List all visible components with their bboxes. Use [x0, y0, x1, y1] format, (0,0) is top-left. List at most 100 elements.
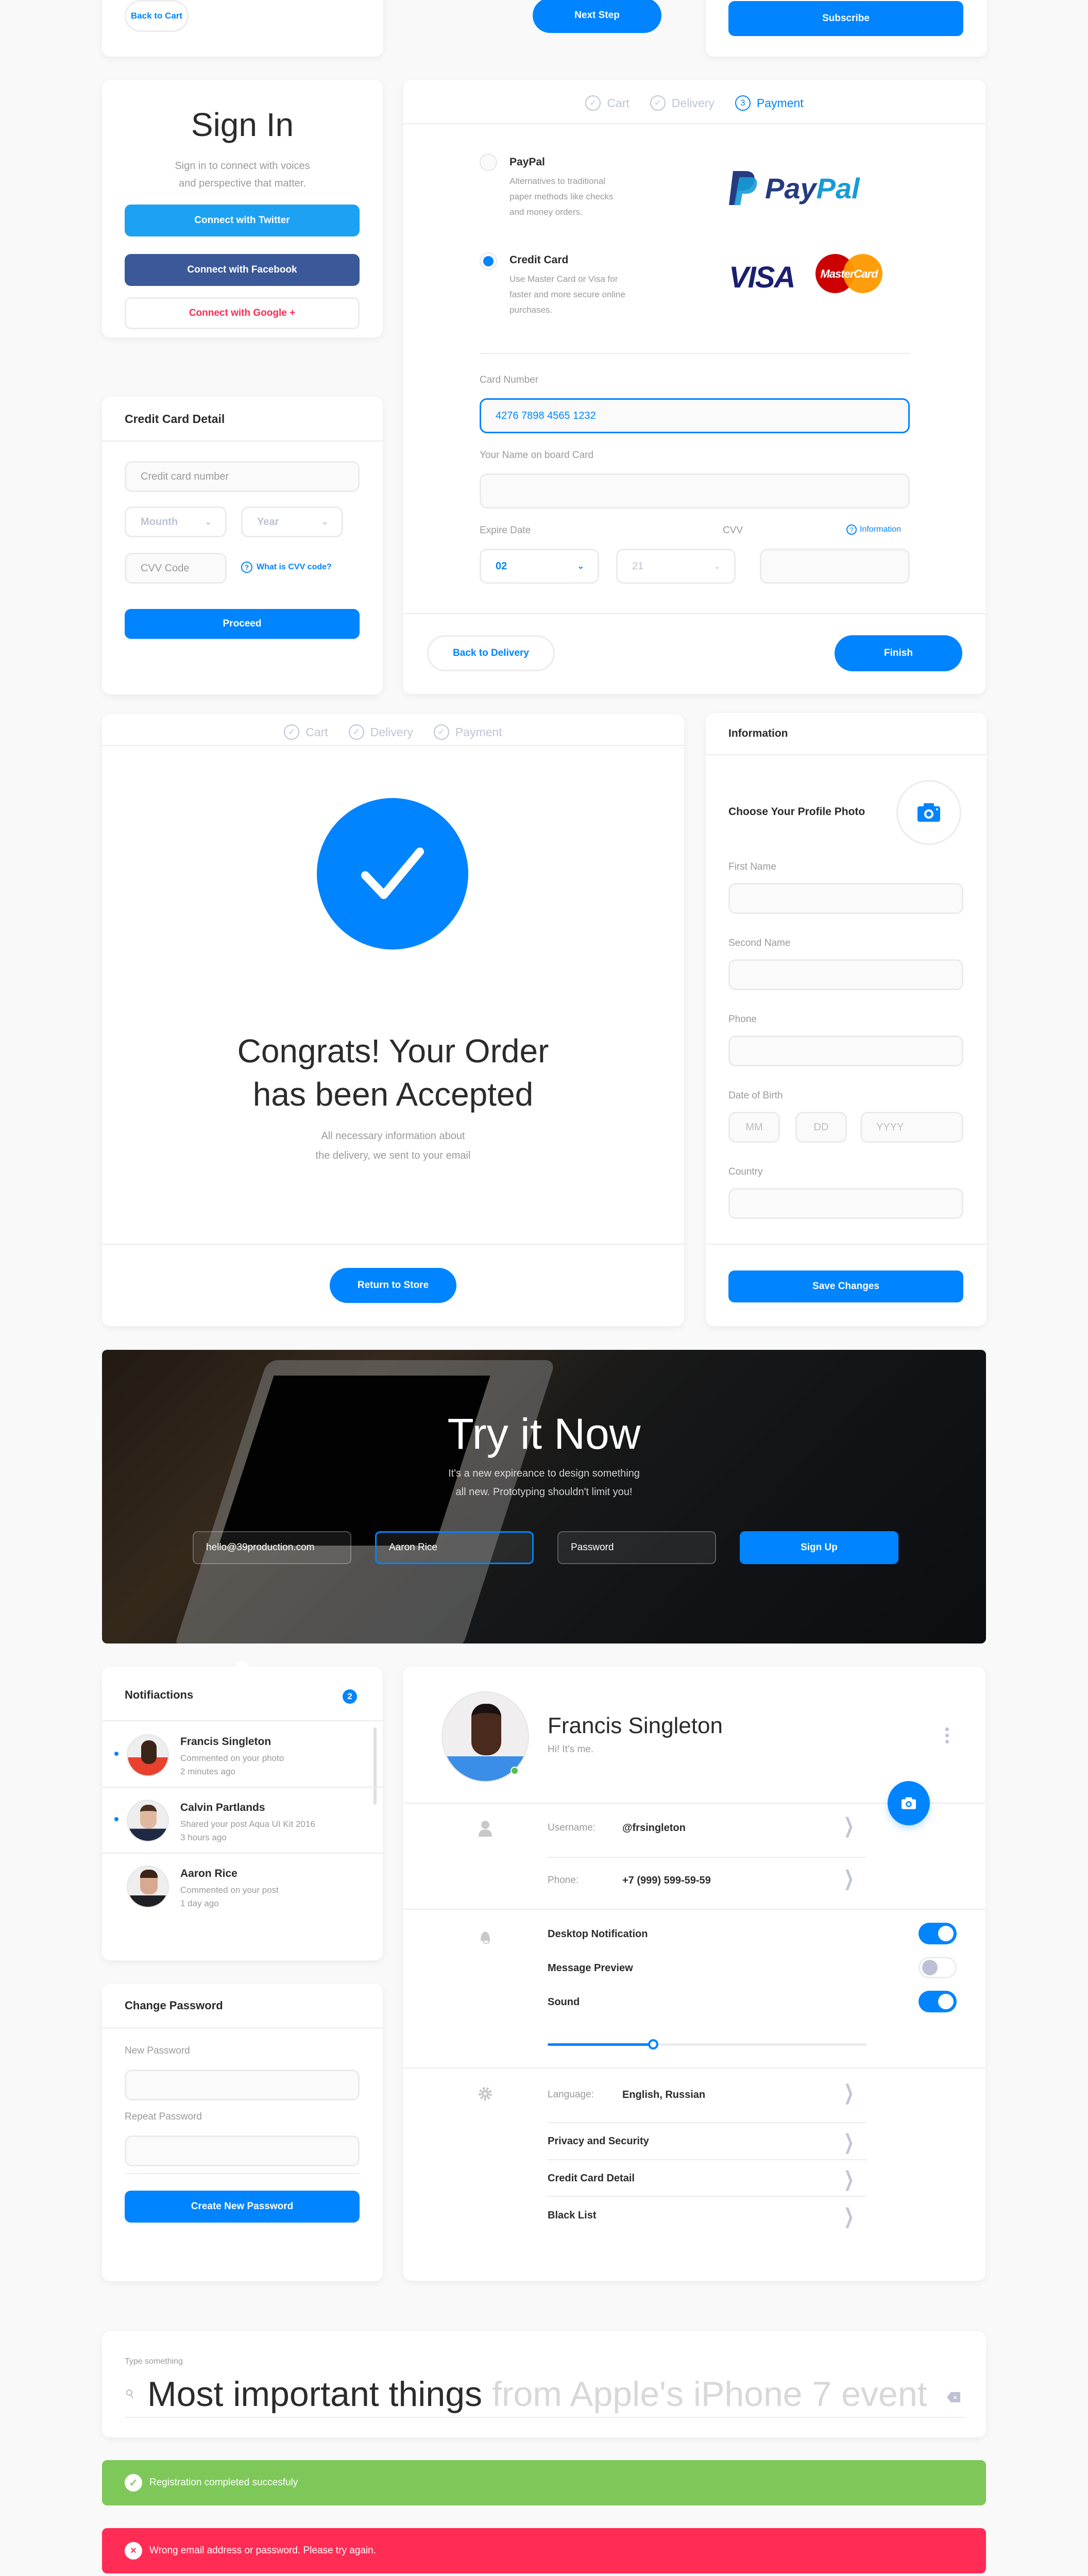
step-payment[interactable]: ✓ Payment — [433, 724, 502, 740]
chevron-right-icon: ❯ — [843, 1815, 854, 1837]
check-circle-icon: ✓ — [348, 724, 364, 740]
phone-row[interactable]: Phone: +7 (999) 599-59-59 — [548, 1868, 867, 1893]
choose-photo-label: Choose Your Profile Photo — [728, 806, 865, 818]
hero-subtitle: It's a new expireance to design somethin… — [448, 1468, 640, 1498]
step-cart[interactable]: ✓ Cart — [585, 95, 630, 111]
expire-year-select[interactable]: 21 ⌄ — [616, 549, 736, 584]
notifications-count-badge: 2 — [343, 1689, 357, 1704]
card-number-input[interactable]: 4276 7898 4565 1232 — [480, 398, 910, 433]
black-list-link[interactable]: Black List — [548, 2210, 596, 2222]
repeat-password-input[interactable] — [125, 2136, 360, 2166]
back-to-delivery-button[interactable]: Back to Delivery — [427, 635, 555, 671]
return-to-store-button[interactable]: Return to Store — [330, 1268, 456, 1303]
paypal-radio[interactable] — [480, 154, 497, 171]
message-preview-label: Message Preview — [548, 1962, 633, 1974]
language-row[interactable]: Language: English, Russian — [548, 2082, 867, 2108]
year-select[interactable]: Year ⌄ — [241, 506, 343, 537]
error-alert: × Wrong email address or password. Pleas… — [102, 2528, 986, 2573]
connect-facebook-button[interactable]: Connect with Facebook — [125, 254, 360, 286]
check-circle-icon: ✓ — [433, 724, 449, 740]
step-number-icon: 3 — [735, 95, 751, 111]
search-icon — [126, 2389, 133, 2399]
connect-twitter-button[interactable]: Connect with Twitter — [125, 205, 360, 236]
chevron-down-icon: ⌄ — [713, 562, 721, 571]
sign-in-title: Sign In — [191, 106, 294, 143]
step-delivery[interactable]: ✓ Delivery — [650, 95, 715, 111]
second-name-input[interactable] — [728, 959, 963, 990]
expire-month-select[interactable]: 02 ⌄ — [480, 549, 599, 584]
sign-in-card: Sign In Sign in to connect with voices a… — [102, 80, 383, 337]
clear-search-button[interactable]: × — [947, 2392, 960, 2402]
credit-card-detail-card: Credit Card Detail Credit card number Mo… — [102, 397, 383, 694]
sound-toggle[interactable] — [919, 1991, 957, 2012]
credit-card-number-input[interactable]: Credit card number — [125, 461, 360, 492]
volume-slider-handle[interactable] — [648, 2039, 658, 2049]
volume-slider[interactable] — [548, 2039, 867, 2050]
cvv-input[interactable] — [760, 549, 910, 584]
profile-photo-picker[interactable] — [896, 780, 961, 845]
dob-day-input[interactable]: DD — [795, 1112, 847, 1143]
check-circle-icon: ✓ — [585, 95, 601, 111]
privacy-security-link[interactable]: Privacy and Security — [548, 2136, 649, 2147]
message-preview-toggle[interactable] — [919, 1957, 957, 1978]
next-step-button[interactable]: Next Step — [533, 0, 661, 33]
country-input[interactable] — [728, 1188, 963, 1219]
sign-up-button[interactable]: Sign Up — [740, 1531, 898, 1564]
cvv-code-input[interactable]: CVV Code — [125, 553, 227, 584]
phone-input[interactable] — [728, 1036, 963, 1066]
dob-month-input[interactable]: MM — [728, 1112, 780, 1143]
language-value: English, Russian — [622, 2089, 706, 2100]
step-payment[interactable]: 3 Payment — [735, 95, 804, 111]
hero-email-input[interactable]: hello@39production.com — [193, 1531, 351, 1564]
notification-item[interactable]: Francis Singleton Commented on your phot… — [102, 1721, 372, 1786]
chevron-right-icon: ❯ — [843, 2168, 854, 2191]
what-is-cvv-link[interactable]: ? What is CVV code? — [241, 562, 332, 573]
new-password-input[interactable] — [125, 2070, 360, 2100]
first-name-label: First Name — [728, 861, 776, 872]
notification-item[interactable]: Calvin Partlands Shared your post Aqua U… — [102, 1787, 372, 1852]
notification-action: Commented on your photo — [180, 1753, 284, 1763]
notification-item[interactable]: Aaron Rice Commented on your post 1 day … — [102, 1853, 372, 1918]
desktop-notification-label: Desktop Notification — [548, 1928, 648, 1940]
connect-google-button[interactable]: Connect with Google + — [125, 297, 360, 329]
hero-name-input[interactable]: Aaron Rice — [375, 1531, 534, 1564]
paypal-option-title: PayPal — [509, 156, 545, 168]
username-row[interactable]: Username: @frsingleton — [548, 1815, 867, 1841]
cvv-information-link[interactable]: ? Information — [846, 524, 901, 535]
notification-name: Francis Singleton — [180, 1736, 271, 1748]
more-options-icon[interactable] — [945, 1727, 949, 1743]
search-typed-text: Most important things — [147, 2375, 483, 2414]
check-circle-icon: ✓ — [650, 95, 666, 111]
expire-date-label: Expire Date — [480, 525, 531, 536]
change-password-card: Change Password New Password Repeat Pass… — [102, 1984, 383, 2281]
dob-year-input[interactable]: YYYY — [860, 1112, 963, 1143]
card-name-label: Your Name on board Card — [480, 450, 594, 461]
notification-time: 2 minutes ago — [180, 1767, 235, 1776]
proceed-button[interactable]: Proceed — [125, 609, 360, 639]
back-to-cart-button[interactable]: Back to Cart — [125, 0, 189, 32]
finish-button[interactable]: Finish — [835, 635, 962, 671]
credit-card-detail-link[interactable]: Credit Card Detail — [548, 2173, 635, 2184]
hero-password-input[interactable]: Password — [557, 1531, 716, 1564]
notification-name: Calvin Partlands — [180, 1802, 265, 1814]
check-circle-icon: ✓ — [284, 724, 300, 740]
desktop-notification-toggle[interactable] — [919, 1923, 957, 1944]
step-cart[interactable]: ✓ Cart — [284, 724, 328, 740]
change-photo-button[interactable] — [888, 1781, 930, 1825]
create-new-password-button[interactable]: Create New Password — [125, 2191, 360, 2223]
cvv-label: CVV — [723, 525, 743, 536]
save-changes-button[interactable]: Save Changes — [728, 1270, 963, 1302]
visa-logo: VISA — [729, 261, 795, 294]
subscribe-button[interactable]: Subscribe — [728, 1, 963, 36]
first-name-input[interactable] — [728, 883, 963, 914]
avatar — [127, 1734, 169, 1776]
step-delivery[interactable]: ✓ Delivery — [348, 724, 413, 740]
search-input[interactable]: Most important things from Apple's iPhon… — [147, 2374, 930, 2415]
notifications-card: Notifiactions 2 Francis Singleton Commen… — [102, 1659, 383, 1960]
phone-label: Phone — [728, 1014, 757, 1025]
notifications-scrollbar[interactable] — [373, 1727, 377, 1805]
card-name-input[interactable] — [480, 473, 910, 509]
avatar — [127, 1866, 169, 1908]
month-select[interactable]: Mounth ⌄ — [125, 506, 227, 537]
credit-card-radio[interactable] — [480, 252, 497, 270]
